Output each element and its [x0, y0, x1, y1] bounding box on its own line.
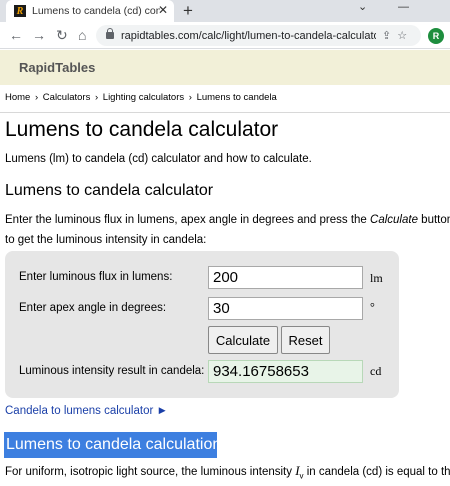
calculation-heading: Lumens to candela calculation: [4, 432, 221, 458]
result-field[interactable]: [208, 360, 363, 383]
instruction-part1: Enter the luminous flux in lumens, apex …: [5, 214, 371, 226]
angle-label: Enter apex angle in degrees:: [19, 302, 167, 314]
breadcrumb-separator: ›: [94, 92, 99, 103]
tab-title: Lumens to candela (cd) conversion: [32, 5, 160, 17]
calc-text-part2: in candela (cd) is equal to the: [303, 466, 450, 478]
new-tab-button[interactable]: +: [183, 0, 193, 22]
rapidtables-favicon-icon: R: [14, 5, 26, 17]
browser-tab-strip: R Lumens to candela (cd) conversion ✕ + …: [0, 0, 450, 22]
flux-label: Enter luminous flux in lumens:: [19, 271, 173, 283]
flux-input[interactable]: [208, 266, 363, 289]
tab-close-icon[interactable]: ✕: [158, 3, 168, 17]
forward-arrow-icon[interactable]: →: [32, 26, 46, 44]
page-title: Lumens to candela calculator: [5, 118, 279, 141]
breadcrumb-lighting[interactable]: Lighting calculators: [103, 92, 184, 103]
result-label: Luminous intensity result in candela:: [19, 365, 205, 377]
section-heading: Lumens to candela calculator: [5, 182, 214, 199]
breadcrumb-separator: ›: [188, 92, 192, 103]
angle-unit: °: [370, 300, 375, 314]
back-arrow-icon[interactable]: ←: [9, 26, 23, 44]
reset-button[interactable]: Reset: [281, 326, 330, 354]
breadcrumb: Home › Calculators › Lighting calculator…: [5, 92, 279, 103]
result-unit: cd: [370, 364, 382, 378]
angle-input[interactable]: [208, 297, 363, 320]
minimize-icon[interactable]: —: [398, 0, 409, 14]
breadcrumb-separator: ›: [34, 92, 39, 103]
breadcrumb-calculators[interactable]: Calculators: [43, 92, 91, 103]
intro-text: Lumens (lm) to candela (cd) calculator a…: [5, 153, 312, 165]
browser-tab[interactable]: R Lumens to candela (cd) conversion ✕: [6, 0, 174, 22]
site-logo[interactable]: RapidTables: [19, 60, 95, 75]
candela-to-lumens-link[interactable]: Candela to lumens calculator ►: [5, 405, 168, 417]
calc-text-part1: For uniform, isotropic light source, the…: [5, 466, 296, 478]
instruction-em: Calculate: [370, 214, 418, 226]
home-icon[interactable]: ⌂: [78, 26, 86, 44]
tab-search-chevron-icon[interactable]: ⌄: [358, 0, 367, 14]
flux-unit: lm: [370, 271, 383, 285]
breadcrumb-home[interactable]: Home: [5, 92, 30, 103]
divider: [0, 112, 450, 113]
site-header: RapidTables: [0, 50, 450, 85]
lock-icon[interactable]: [106, 28, 114, 39]
calculation-text: For uniform, isotropic light source, the…: [5, 463, 450, 480]
instruction-text: Enter the luminous flux in lumens, apex …: [5, 210, 450, 250]
url-text[interactable]: rapidtables.com/calc/light/lumen-to-cand…: [121, 30, 376, 42]
share-icon[interactable]: ⇪: [382, 29, 391, 42]
star-icon[interactable]: ☆: [397, 29, 407, 42]
calculator-panel: Enter luminous flux in lumens: lm Enter …: [5, 251, 399, 398]
breadcrumb-current[interactable]: Lumens to candela: [197, 92, 277, 103]
address-bar[interactable]: rapidtables.com/calc/light/lumen-to-cand…: [96, 25, 421, 46]
reload-icon[interactable]: ↻: [56, 26, 68, 44]
profile-avatar[interactable]: R: [428, 28, 444, 44]
browser-toolbar: ← → ↻ ⌂ rapidtables.com/calc/light/lumen…: [0, 22, 450, 49]
calculate-button[interactable]: Calculate: [208, 326, 278, 354]
